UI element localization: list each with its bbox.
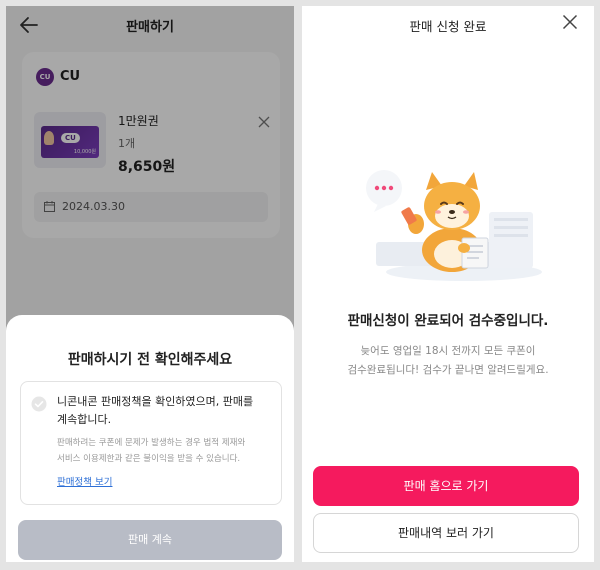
- confirm-bottom-sheet: 판매하시기 전 확인해주세요 니콘내콘 판매정책을 확인하였으며, 판매를 계속…: [6, 315, 294, 562]
- go-sell-home-button[interactable]: 판매 홈으로 가기: [313, 466, 579, 506]
- policy-warning-text: 판매하려는 쿠폰에 문제가 발생하는 경우 법적 제재와: [57, 438, 246, 448]
- page-title: 판매 신청 완료: [409, 19, 487, 34]
- complete-description: 늦어도 영업일 18시 전까지 모든 쿠폰이: [360, 345, 536, 357]
- check-circle-icon[interactable]: [31, 396, 47, 412]
- complete-headline: 판매신청이 완료되어 검수중입니다.: [347, 313, 549, 329]
- policy-agreement-box[interactable]: 니콘내콘 판매정책을 확인하였으며, 판매를 계속합니다. 판매하려는 쿠폰에 …: [20, 381, 282, 505]
- policy-agree-text-cont: 계속합니다.: [57, 413, 112, 426]
- complete-description-cont: 검수완료됩니다! 검수가 끝나면 알려드릴게요.: [347, 364, 549, 376]
- sell-complete-screen: 판매 신청 완료 판매신청이 완료되어 검수중입니다. 늦어도 영업일 18시 …: [302, 6, 594, 562]
- view-sell-history-button[interactable]: 판매내역 보러 가기: [313, 513, 579, 553]
- sheet-title: 판매하시기 전 확인해주세요: [67, 352, 233, 368]
- policy-warning-text-cont: 서비스 이용제한과 같은 불이익을 받을 수 있습니다.: [57, 454, 241, 464]
- shiba-mascot-illustration: [366, 170, 542, 281]
- close-icon[interactable]: [562, 14, 578, 30]
- continue-sell-button[interactable]: 판매 계속: [18, 520, 282, 560]
- view-policy-link[interactable]: 판매정책 보기: [57, 474, 112, 488]
- policy-agree-text: 니콘내콘 판매정책을 확인하였으며, 판매를: [57, 395, 254, 408]
- sell-screen: 판매하기 CU CU CU 10,000원 1만원권 1개 8,650원 202…: [6, 6, 294, 562]
